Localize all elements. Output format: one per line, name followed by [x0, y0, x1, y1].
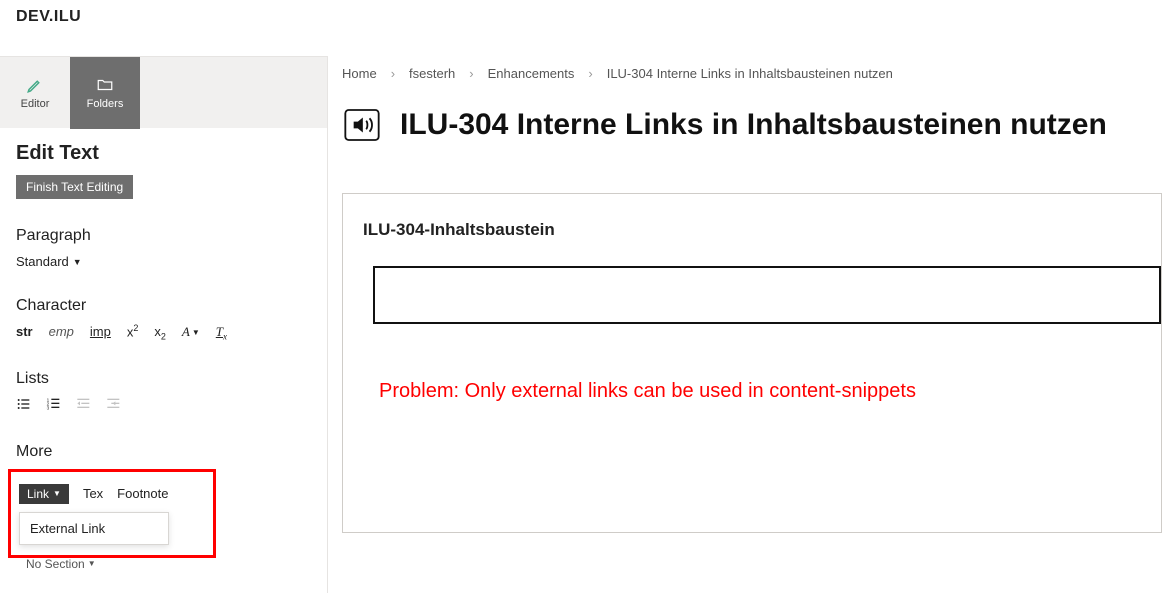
subscript-button[interactable]: x2 [154, 324, 166, 342]
important-button[interactable]: imp [90, 324, 111, 339]
folder-icon [96, 76, 114, 94]
character-section-label: Character [16, 297, 311, 315]
caret-down-icon: ▼ [53, 489, 61, 498]
link-dropdown-item-external[interactable]: External Link [30, 521, 158, 536]
breadcrumb: Home › fsesterh › Enhancements › ILU-304… [342, 56, 1162, 97]
strong-button[interactable]: str [16, 324, 33, 339]
pencil-icon [26, 76, 44, 94]
tab-editor-label: Editor [21, 98, 50, 110]
content-snippet-card: ILU-304-Inhaltsbaustein Problem: Only ex… [342, 193, 1162, 533]
link-menu-label: Link [27, 487, 49, 501]
paragraph-style-value: Standard [16, 254, 69, 269]
numbered-list-button[interactable]: 123 [46, 396, 62, 415]
more-section-label: More [16, 443, 311, 461]
svg-text:3: 3 [47, 405, 50, 410]
link-dropdown: External Link [19, 512, 169, 545]
breadcrumb-item[interactable]: ILU-304 Interne Links in Inhaltsbaustein… [607, 66, 893, 81]
annotation-highlight-box: Link ▼ Tex Footnote External Link [8, 469, 216, 558]
paragraph-section-label: Paragraph [16, 227, 311, 245]
format-menu-button[interactable]: A▼ [182, 324, 200, 340]
caret-down-icon: ▼ [73, 257, 82, 267]
page-title: ILU-304 Interne Links in Inhaltsbaustein… [400, 108, 1107, 142]
paragraph-style-select[interactable]: Standard ▼ [16, 254, 82, 269]
link-menu-button[interactable]: Link ▼ [19, 484, 69, 504]
content-editor-area[interactable] [373, 266, 1161, 324]
annotation-problem-text: Problem: Only external links can be used… [379, 380, 1161, 403]
bullet-list-button[interactable] [16, 396, 32, 415]
finish-text-editing-button[interactable]: Finish Text Editing [16, 175, 133, 199]
tab-editor[interactable]: Editor [0, 57, 70, 129]
tab-folders-label: Folders [87, 98, 124, 110]
speaker-icon [342, 105, 382, 145]
chevron-right-icon: › [391, 66, 395, 81]
outdent-button[interactable] [76, 396, 92, 415]
clear-format-button[interactable]: Tx [216, 324, 227, 342]
brand-label: DEV.ILU [16, 8, 81, 26]
panel-title: Edit Text [16, 142, 311, 165]
caret-down-icon: ▼ [88, 559, 96, 568]
section-select-value: No Section [26, 557, 85, 571]
mode-tabs: Editor Folders [0, 56, 328, 128]
breadcrumb-item[interactable]: fsesterh [409, 66, 455, 81]
lists-section-label: Lists [16, 370, 311, 388]
tex-button[interactable]: Tex [83, 486, 103, 501]
section-select[interactable]: No Section ▼ [16, 557, 96, 571]
chevron-right-icon: › [469, 66, 473, 81]
footnote-button[interactable]: Footnote [117, 486, 168, 501]
emphasis-button[interactable]: emp [49, 324, 74, 339]
chevron-right-icon: › [588, 66, 592, 81]
content-snippet-title: ILU-304-Inhaltsbaustein [343, 194, 1161, 250]
breadcrumb-item[interactable]: Enhancements [488, 66, 575, 81]
superscript-button[interactable]: x2 [127, 323, 139, 339]
indent-button[interactable] [106, 396, 122, 415]
tab-folders[interactable]: Folders [70, 57, 140, 129]
breadcrumb-item[interactable]: Home [342, 66, 377, 81]
